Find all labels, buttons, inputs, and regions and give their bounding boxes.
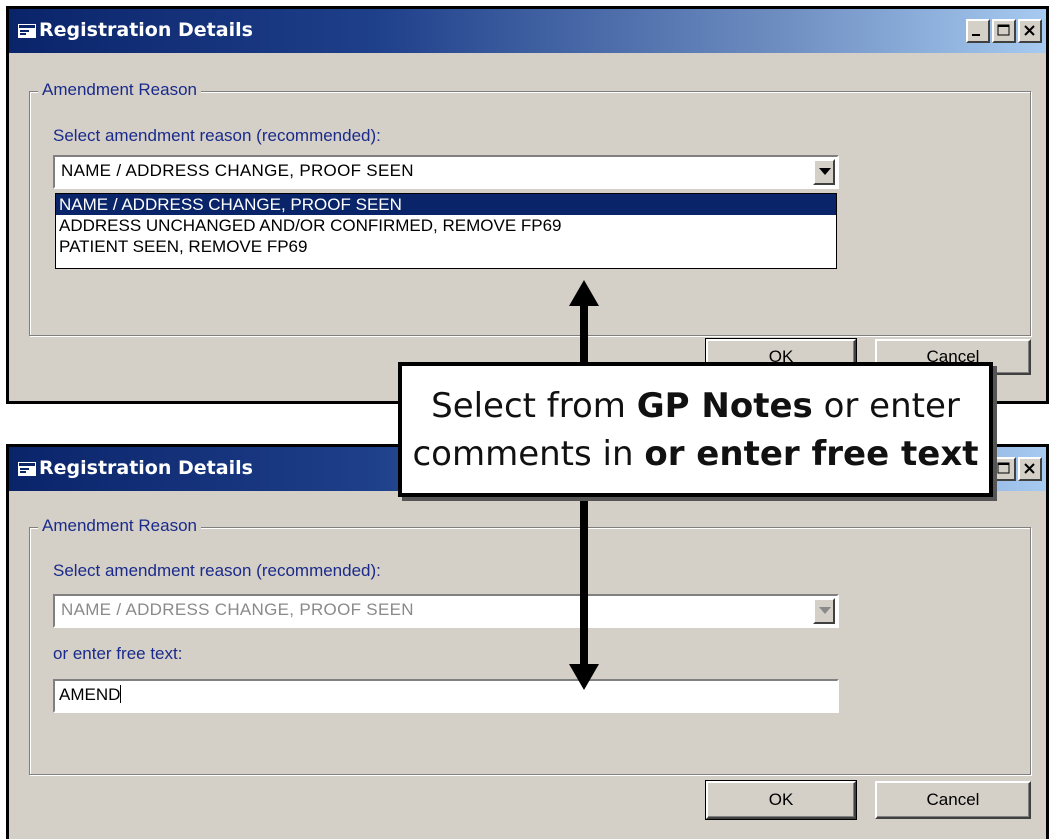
callout-emphasis-gp-notes: GP Notes [636, 386, 813, 426]
callout-text: Select from [431, 386, 637, 426]
callout-emphasis-free-text: or enter free text [644, 434, 979, 474]
callout-line-1: Select from GP Notes or enter [402, 382, 989, 430]
callout-text: or enter [812, 386, 960, 426]
arrow-down-icon [569, 497, 599, 690]
annotation-callout: Select from GP Notes or enter comments i… [398, 362, 993, 497]
arrow-up-icon [569, 280, 599, 362]
callout-line-2: comments in or enter free text [402, 430, 989, 478]
callout-text: comments in [412, 434, 645, 474]
